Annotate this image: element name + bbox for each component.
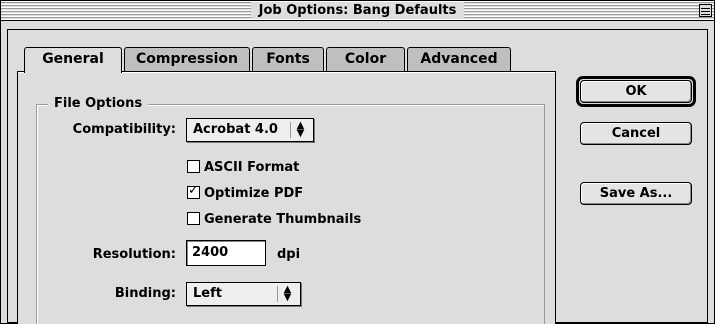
compatibility-popup[interactable]: Acrobat 4.0 ▲ ▼ (186, 118, 314, 142)
generate-thumbnails-checkbox[interactable]: Generate Thumbnails (187, 211, 361, 229)
tab-color[interactable]: Color (326, 47, 405, 72)
optimize-pdf-checkbox[interactable]: Optimize PDF (187, 183, 304, 203)
compatibility-label: Compatibility: (72, 122, 176, 137)
title-bar[interactable]: Job Options: Bang Defaults (1, 1, 714, 21)
compatibility-value: Acrobat 4.0 (193, 122, 278, 137)
tab-fonts[interactable]: Fonts (252, 47, 324, 72)
optimize-pdf-label: Optimize PDF (204, 186, 304, 201)
cancel-button[interactable]: Cancel (580, 122, 692, 145)
checkbox-icon (187, 160, 200, 173)
ok-button[interactable]: OK (580, 80, 692, 103)
job-options-dialog: Job Options: Bang Defaults General Compr… (0, 0, 715, 324)
binding-popup[interactable]: Left ▲ ▼ (186, 282, 301, 306)
save-as-button[interactable]: Save As... (580, 182, 692, 205)
checkmark-icon (187, 183, 200, 199)
up-down-arrows-icon: ▲ ▼ (277, 285, 297, 303)
binding-label: Binding: (114, 286, 176, 301)
tab-advanced[interactable]: Advanced (407, 47, 511, 72)
ascii-format-checkbox[interactable]: ASCII Format (187, 159, 299, 177)
resolution-unit: dpi (277, 247, 301, 262)
ascii-format-label: ASCII Format (204, 160, 300, 175)
resolution-input[interactable]: 2400 (186, 240, 266, 266)
binding-value: Left (193, 286, 222, 301)
checkbox-icon (187, 212, 200, 225)
tab-compression[interactable]: Compression (124, 47, 250, 72)
up-down-arrows-icon: ▲ ▼ (290, 121, 310, 139)
tab-general[interactable]: General (24, 47, 122, 73)
collapse-box-icon[interactable] (699, 4, 712, 17)
file-options-title: File Options (48, 95, 149, 112)
window-title: Job Options: Bang Defaults (250, 2, 465, 19)
generate-thumbnails-label: Generate Thumbnails (204, 212, 362, 227)
resolution-label: Resolution: (92, 247, 176, 262)
